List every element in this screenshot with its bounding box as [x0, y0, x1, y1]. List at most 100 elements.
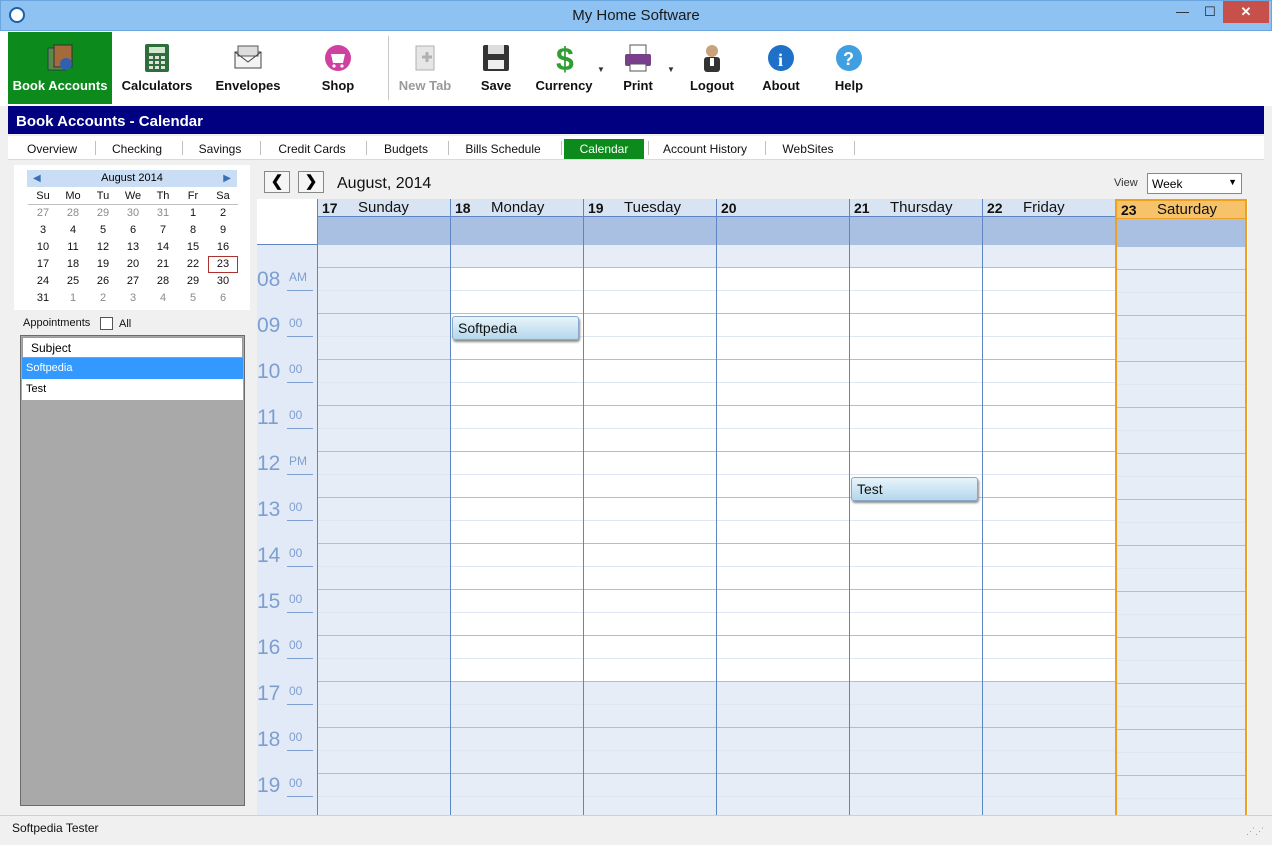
- time-slot[interactable]: [318, 705, 450, 728]
- time-slot[interactable]: [584, 613, 716, 636]
- tab-bills-schedule[interactable]: Bills Schedule: [456, 139, 550, 159]
- time-slot[interactable]: [451, 475, 583, 498]
- time-slot[interactable]: [717, 429, 849, 452]
- mini-calendar-day[interactable]: 4: [58, 222, 88, 239]
- time-slot[interactable]: [983, 498, 1115, 521]
- time-slot[interactable]: [318, 682, 450, 705]
- time-slot[interactable]: [451, 682, 583, 705]
- day-header[interactable]: 22 Friday: [983, 199, 1115, 217]
- time-slot[interactable]: [451, 360, 583, 383]
- time-slot[interactable]: [717, 383, 849, 406]
- time-slot[interactable]: [1117, 776, 1245, 799]
- tab-credit-cards[interactable]: Credit Cards: [270, 139, 354, 159]
- time-slot[interactable]: [451, 291, 583, 314]
- day-column[interactable]: 23 Saturday: [1115, 199, 1247, 815]
- time-slot[interactable]: [451, 245, 583, 268]
- time-slot[interactable]: [850, 728, 982, 751]
- time-slot[interactable]: [451, 429, 583, 452]
- time-slot[interactable]: [318, 751, 450, 774]
- print-button[interactable]: Print: [612, 32, 664, 104]
- mini-calendar-day[interactable]: 30: [118, 205, 148, 222]
- time-slot[interactable]: [584, 544, 716, 567]
- mini-calendar-day[interactable]: 2: [88, 290, 118, 307]
- time-slot[interactable]: [451, 544, 583, 567]
- mini-calendar-day[interactable]: 27: [118, 273, 148, 290]
- time-slot[interactable]: [451, 406, 583, 429]
- day-header[interactable]: 19 Tuesday: [584, 199, 716, 217]
- time-slot[interactable]: [717, 751, 849, 774]
- day-header[interactable]: 23 Saturday: [1117, 201, 1245, 219]
- mini-calendar-day[interactable]: 3: [28, 222, 58, 239]
- time-slot[interactable]: [717, 728, 849, 751]
- mini-calendar-day[interactable]: 23: [208, 256, 238, 273]
- mini-calendar-day[interactable]: 20: [118, 256, 148, 273]
- time-slot[interactable]: [717, 544, 849, 567]
- time-slot[interactable]: [850, 245, 982, 268]
- time-slot[interactable]: [1117, 546, 1245, 569]
- prev-week-button[interactable]: ❮: [264, 171, 290, 193]
- mini-calendar-day[interactable]: 15: [178, 239, 208, 256]
- mini-calendar-day[interactable]: 22: [178, 256, 208, 273]
- all-day-area[interactable]: [584, 217, 716, 245]
- mini-calendar-day[interactable]: 7: [148, 222, 178, 239]
- time-slot[interactable]: [850, 268, 982, 291]
- maximize-button[interactable]: ☐: [1197, 1, 1223, 23]
- mini-calendar-day[interactable]: 13: [118, 239, 148, 256]
- time-slot[interactable]: [318, 452, 450, 475]
- time-slot[interactable]: [584, 659, 716, 682]
- mini-calendar-day[interactable]: 10: [28, 239, 58, 256]
- time-slot[interactable]: [584, 590, 716, 613]
- time-slot[interactable]: [1117, 477, 1245, 500]
- help-button[interactable]: ? Help: [826, 32, 872, 104]
- mini-calendar-day[interactable]: 30: [208, 273, 238, 290]
- time-slot[interactable]: [717, 636, 849, 659]
- time-slot[interactable]: [850, 705, 982, 728]
- time-slot[interactable]: [1117, 638, 1245, 661]
- time-slot[interactable]: [717, 659, 849, 682]
- time-slot[interactable]: [584, 636, 716, 659]
- tab-savings[interactable]: Savings: [192, 139, 248, 159]
- time-slot[interactable]: [850, 314, 982, 337]
- time-slot[interactable]: [584, 268, 716, 291]
- time-slot[interactable]: [451, 636, 583, 659]
- all-day-area[interactable]: [983, 217, 1115, 245]
- time-slot[interactable]: [983, 682, 1115, 705]
- time-slot[interactable]: [983, 406, 1115, 429]
- list-item[interactable]: Test: [22, 379, 243, 400]
- time-slot[interactable]: [1117, 707, 1245, 730]
- time-slot[interactable]: [1117, 247, 1245, 270]
- time-slot[interactable]: [983, 452, 1115, 475]
- time-slot[interactable]: [850, 337, 982, 360]
- time-slot[interactable]: [318, 590, 450, 613]
- day-header[interactable]: 21 Thursday: [850, 199, 982, 217]
- shop-button[interactable]: Shop: [310, 32, 366, 104]
- time-slot[interactable]: [584, 383, 716, 406]
- time-slot[interactable]: [584, 567, 716, 590]
- time-slot[interactable]: [1117, 569, 1245, 592]
- tab-checking[interactable]: Checking: [104, 139, 170, 159]
- time-slot[interactable]: [717, 521, 849, 544]
- tab-calendar[interactable]: Calendar: [564, 139, 644, 159]
- time-slot[interactable]: [1117, 523, 1245, 546]
- mini-calendar-day[interactable]: 5: [88, 222, 118, 239]
- day-column[interactable]: 22 Friday: [982, 199, 1115, 815]
- time-slot[interactable]: [318, 360, 450, 383]
- time-slot[interactable]: [850, 613, 982, 636]
- mini-calendar-day[interactable]: 31: [28, 290, 58, 307]
- time-slot[interactable]: [983, 245, 1115, 268]
- time-slot[interactable]: [717, 774, 849, 797]
- next-week-button[interactable]: ❯: [298, 171, 324, 193]
- about-button[interactable]: i About: [756, 32, 806, 104]
- currency-button[interactable]: $ Currency: [532, 32, 596, 104]
- time-slot[interactable]: [717, 291, 849, 314]
- time-slot[interactable]: [850, 544, 982, 567]
- time-slot[interactable]: [717, 268, 849, 291]
- time-slot[interactable]: [983, 797, 1115, 815]
- time-slot[interactable]: [983, 429, 1115, 452]
- time-slot[interactable]: [451, 383, 583, 406]
- time-slot[interactable]: [850, 682, 982, 705]
- time-slot[interactable]: [584, 682, 716, 705]
- time-slot[interactable]: [1117, 385, 1245, 408]
- time-slot[interactable]: [1117, 431, 1245, 454]
- time-slot[interactable]: [318, 636, 450, 659]
